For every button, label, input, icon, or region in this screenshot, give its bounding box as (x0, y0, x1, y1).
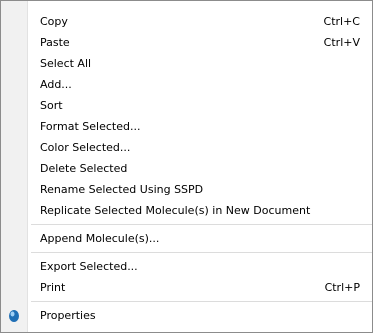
menu-item-rename-selected[interactable]: Rename Selected Using SSPD (1, 179, 372, 200)
menu-item-label: Rename Selected Using SSPD (40, 183, 204, 196)
menu-item-export-selected[interactable]: Export Selected... (1, 256, 372, 277)
menu-item-add[interactable]: Add... (1, 74, 372, 95)
context-menu: Copy Ctrl+C Paste Ctrl+V Select All Add.… (0, 0, 373, 333)
menu-item-label: Add... (40, 78, 72, 91)
menu-item-print[interactable]: Print Ctrl+P (1, 277, 372, 298)
menu-item-properties[interactable]: Properties (1, 305, 372, 326)
menu-item-select-all[interactable]: Select All (1, 53, 372, 74)
menu-item-replicate-selected[interactable]: Replicate Selected Molecule(s) in New Do… (1, 200, 372, 221)
menu-item-label: Color Selected... (40, 141, 131, 154)
menu-items: Copy Ctrl+C Paste Ctrl+V Select All Add.… (1, 11, 372, 326)
properties-icon (7, 309, 21, 323)
menu-item-copy[interactable]: Copy Ctrl+C (1, 11, 372, 32)
menu-item-shortcut: Ctrl+C (323, 15, 360, 28)
menu-separator (31, 224, 372, 225)
menu-separator (31, 301, 372, 302)
menu-item-label: Format Selected... (40, 120, 141, 133)
menu-item-label: Delete Selected (40, 162, 128, 175)
menu-item-append-molecules[interactable]: Append Molecule(s)... (1, 228, 372, 249)
menu-item-label: Print (40, 281, 66, 294)
menu-item-label: Export Selected... (40, 260, 138, 273)
menu-item-label: Replicate Selected Molecule(s) in New Do… (40, 204, 311, 217)
menu-item-label: Sort (40, 99, 63, 112)
menu-item-label: Append Molecule(s)... (40, 232, 160, 245)
menu-item-delete-selected[interactable]: Delete Selected (1, 158, 372, 179)
menu-item-shortcut: Ctrl+V (323, 36, 360, 49)
menu-item-label: Select All (40, 57, 92, 70)
menu-item-label: Properties (40, 309, 96, 322)
menu-item-paste[interactable]: Paste Ctrl+V (1, 32, 372, 53)
menu-item-format-selected[interactable]: Format Selected... (1, 116, 372, 137)
menu-item-sort[interactable]: Sort (1, 95, 372, 116)
menu-separator (31, 252, 372, 253)
menu-item-label: Paste (40, 36, 70, 49)
menu-item-label: Copy (40, 15, 68, 28)
menu-item-color-selected[interactable]: Color Selected... (1, 137, 372, 158)
menu-item-shortcut: Ctrl+P (324, 281, 360, 294)
